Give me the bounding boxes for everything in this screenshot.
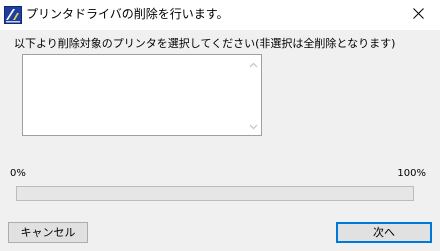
remove-printer-driver-dialog: プリンタドライバの削除を行います。 以下より削除対象のプリンタを選択してください… [0,0,440,251]
cancel-button[interactable]: キャンセル [8,222,88,243]
scroll-up-button[interactable] [246,57,261,71]
scroll-down-button[interactable] [246,119,261,133]
close-button[interactable] [396,0,440,30]
close-icon [412,8,424,22]
printer-driver-app-icon[interactable] [4,6,22,24]
progress-bar [16,186,414,201]
chevron-up-icon [249,58,258,71]
instruction-text: 以下より削除対象のプリンタを選択してください(非選択は全削除となります) [14,37,396,50]
chevron-down-icon [249,120,258,133]
progress-min-label: 0% [10,168,26,179]
printer-list-scrollbar[interactable] [246,55,261,135]
title-bar: プリンタドライバの削除を行います。 [0,0,440,30]
printer-list[interactable] [22,54,262,136]
progress-max-label: 100% [397,168,426,179]
next-button[interactable]: 次へ [336,222,432,243]
window-title: プリンタドライバの削除を行います。 [26,7,229,21]
